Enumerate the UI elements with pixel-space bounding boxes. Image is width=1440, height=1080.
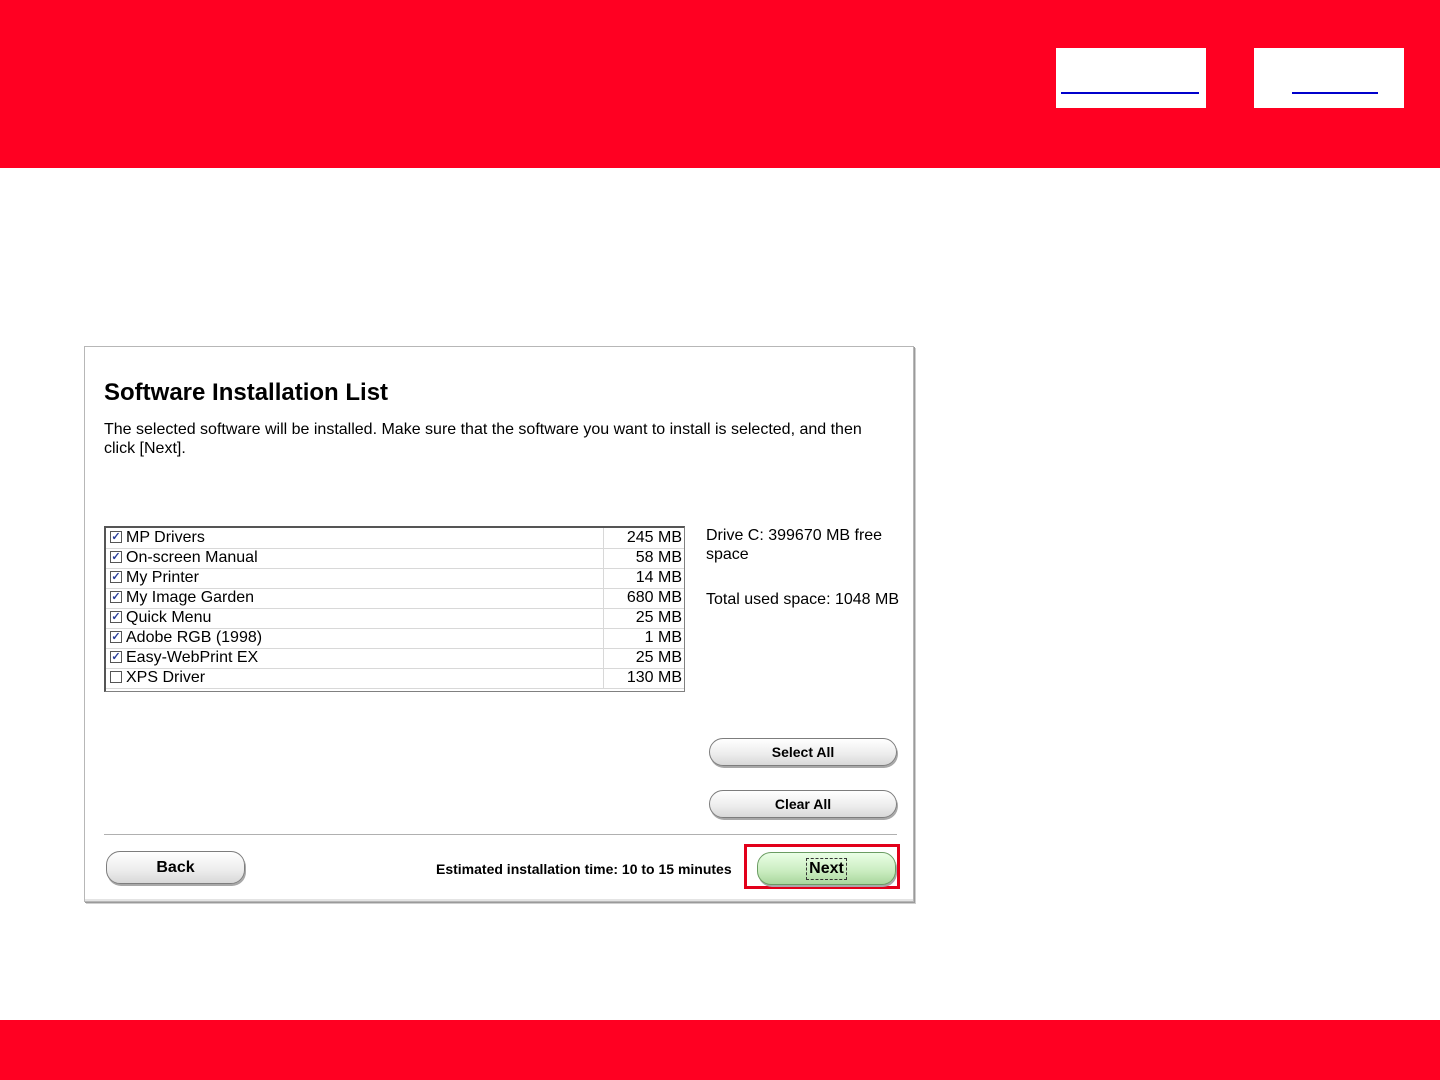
software-row[interactable]: ✓ Adobe RGB (1998) 1 MB xyxy=(106,628,684,649)
clear-all-button[interactable]: Clear All xyxy=(709,790,897,818)
software-size-cell: 14 MB xyxy=(603,568,682,588)
software-size-cell: 130 MB xyxy=(603,668,682,688)
software-size: 25 MB xyxy=(635,609,682,626)
software-checkbox[interactable]: ✓ xyxy=(110,591,122,603)
software-list: ✓ MP Drivers 245 MB ✓ On-screen Manual 58 MB ✓… xyxy=(104,526,685,692)
select-all-button[interactable]: Select All xyxy=(709,738,897,766)
footer-divider xyxy=(104,834,897,835)
installer-dialog: Software Installation List The selected … xyxy=(84,346,914,902)
software-checkbox[interactable] xyxy=(110,671,122,683)
software-row[interactable]: ✓ On-screen Manual 58 MB xyxy=(106,548,684,569)
software-size: 58 MB xyxy=(635,549,682,566)
software-size-cell: 680 MB xyxy=(603,588,682,608)
nav-button-1[interactable] xyxy=(1056,48,1206,108)
next-button[interactable]: Next xyxy=(757,852,896,885)
software-name: Easy-WebPrint EX xyxy=(126,649,259,666)
nav-link-2[interactable] xyxy=(1292,92,1378,94)
software-checkbox[interactable]: ✓ xyxy=(110,531,122,543)
software-size: 680 MB xyxy=(626,589,682,606)
software-name: Quick Menu xyxy=(126,609,212,626)
software-name: Adobe RGB (1998) xyxy=(126,629,263,646)
software-checkbox[interactable]: ✓ xyxy=(110,611,122,623)
software-row[interactable]: ✓ Quick Menu 25 MB xyxy=(106,608,684,629)
software-size-cell: 1 MB xyxy=(603,628,682,648)
software-name: My Image Garden xyxy=(126,589,255,606)
back-button[interactable]: Back xyxy=(106,851,245,884)
software-name: XPS Driver xyxy=(126,669,206,686)
software-row[interactable]: ✓ My Printer 14 MB xyxy=(106,568,684,589)
top-banner xyxy=(0,0,1440,168)
software-checkbox[interactable]: ✓ xyxy=(110,631,122,643)
bottom-banner xyxy=(0,1020,1440,1080)
nav-button-2[interactable] xyxy=(1254,48,1404,108)
software-size-cell: 25 MB xyxy=(603,648,682,668)
dialog-description: The selected software will be installed.… xyxy=(104,421,862,457)
dialog-title: Software Installation List xyxy=(104,379,389,406)
software-row[interactable]: ✓ Easy-WebPrint EX 25 MB xyxy=(106,648,684,669)
software-row[interactable]: ✓ MP Drivers 245 MB xyxy=(106,528,684,549)
next-button-label: Next xyxy=(806,858,847,880)
software-size-cell: 58 MB xyxy=(603,548,682,568)
software-size: 1 MB xyxy=(644,629,682,646)
nav-link-1[interactable] xyxy=(1061,92,1199,94)
software-size-cell: 25 MB xyxy=(603,608,682,628)
total-used-space: Total used space: 1048 MB xyxy=(706,591,900,608)
software-row[interactable]: ✓ My Image Garden 680 MB xyxy=(106,588,684,609)
software-checkbox[interactable]: ✓ xyxy=(110,571,122,583)
software-size: 130 MB xyxy=(626,669,682,686)
software-checkbox[interactable]: ✓ xyxy=(110,551,122,563)
software-name: MP Drivers xyxy=(126,529,205,546)
software-row[interactable]: XPS Driver 130 MB xyxy=(106,668,684,689)
software-size: 245 MB xyxy=(626,529,682,546)
software-checkbox[interactable]: ✓ xyxy=(110,651,122,663)
estimated-time: Estimated installation time: 10 to 15 mi… xyxy=(436,861,732,877)
software-size: 14 MB xyxy=(635,569,682,586)
software-name: On-screen Manual xyxy=(126,549,258,566)
software-size: 25 MB xyxy=(635,649,682,666)
drive-free-space: Drive C: 399670 MB free space xyxy=(706,527,883,563)
software-name: My Printer xyxy=(126,569,199,586)
software-size-cell: 245 MB xyxy=(603,528,682,548)
